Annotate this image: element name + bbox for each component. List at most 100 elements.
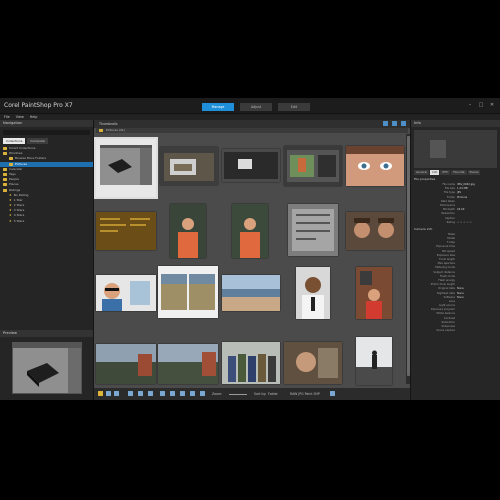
thumbnail[interactable] [346, 212, 404, 250]
thumbnail-graphic [356, 337, 392, 385]
tab-manage[interactable]: Manage [202, 103, 234, 111]
info-icon[interactable] [190, 391, 195, 396]
search-input[interactable] [3, 130, 90, 135]
rotate-left-icon[interactable] [106, 391, 111, 396]
folder-icon [9, 162, 13, 166]
tab-computer[interactable]: Computer [27, 138, 49, 144]
thumbnail-selected[interactable] [94, 137, 158, 199]
tab-info[interactable]: Info [430, 170, 440, 175]
minimize-icon[interactable]: – [466, 102, 474, 109]
folder-icon [3, 167, 7, 171]
compare-icon[interactable] [170, 391, 175, 396]
tab-edit[interactable]: Edit [278, 103, 310, 111]
star-icon: ★ [9, 218, 12, 223]
map-view-icon[interactable] [401, 121, 406, 126]
file-properties-list: File name IMG_0042.jpg File size 1.24 MB Fil… [411, 183, 500, 225]
property-value[interactable]: 24 bit [457, 208, 465, 212]
share-icon[interactable] [148, 391, 153, 396]
thumbnail[interactable] [160, 147, 218, 185]
tab-collections[interactable]: Collections [3, 138, 26, 144]
close-icon[interactable]: ✕ [488, 102, 496, 109]
folder-icon [3, 147, 7, 151]
property-value[interactable]: ☆ ☆ ☆ ☆ ☆ [457, 221, 472, 225]
thumbnail-graphic [224, 152, 278, 179]
zoom-label: Zoom: [212, 392, 223, 396]
format-filter[interactable]: RAW JPG Paint SHP [290, 390, 320, 398]
delete-icon[interactable] [200, 391, 205, 396]
bottom-toolbar: Zoom: Sort by: Folder RAW JPG Paint SHP [94, 388, 410, 400]
info-title: Info [411, 120, 500, 127]
info-panel: Info General Info IPTC Favorite Places F… [410, 120, 500, 400]
thumbnail[interactable] [356, 337, 392, 385]
thumbnail[interactable] [356, 267, 392, 319]
property-value[interactable]: Pictures [457, 196, 467, 200]
tab-favorite[interactable]: Favorite [451, 170, 467, 175]
thumbnail[interactable] [232, 204, 268, 258]
flag-icon[interactable] [160, 391, 165, 396]
workspace-tabs: Manage Adjust Edit [202, 103, 316, 111]
tab-adjust[interactable]: Adjust [240, 103, 272, 111]
sort-label: Sort by: [254, 392, 267, 396]
thumbnail-graphic [96, 344, 156, 384]
thumbnail[interactable] [96, 212, 156, 250]
thumbnail-graphic [158, 266, 218, 318]
tab-general[interactable]: General [414, 170, 430, 175]
main-toolbar: Thumbnails [94, 120, 410, 128]
thumbnail[interactable] [222, 275, 280, 311]
thumbnail[interactable] [296, 267, 330, 319]
thumbnail-graphic [222, 342, 280, 384]
thumbnail[interactable] [284, 342, 342, 384]
property-value[interactable]: None [457, 296, 464, 300]
property-label: Scene capture [436, 329, 455, 333]
thumbnail-graphic [158, 344, 218, 384]
preview-thumbnail-graphic [13, 343, 81, 393]
thumbnail-graphic [100, 145, 152, 185]
thumbnail-graphic [96, 275, 156, 311]
window-controls: – □ ✕ [463, 102, 496, 109]
thumbnail[interactable] [158, 344, 218, 384]
menu-file[interactable]: File [4, 115, 10, 119]
property-row: Scene capture [411, 329, 500, 333]
thumbnail[interactable] [158, 266, 218, 318]
maximize-icon[interactable]: □ [477, 102, 485, 109]
folder-icon [3, 188, 7, 192]
menu-help[interactable]: Help [30, 115, 38, 119]
thumbnail[interactable] [170, 204, 206, 258]
details-view-icon[interactable] [392, 121, 397, 126]
thumbnail[interactable] [346, 146, 404, 186]
print-icon[interactable] [138, 391, 143, 396]
info-preview [414, 130, 497, 168]
thumbnail[interactable] [222, 149, 280, 182]
info-thumbnail [430, 140, 446, 158]
navigation-panel: Navigation Collections Computer Smart Co… [0, 120, 94, 330]
paintshop-window: Corel PaintShop Pro X7 Manage Adjust Edi… [0, 98, 500, 400]
thumbnail[interactable] [222, 342, 280, 384]
thumbnail-grid [94, 134, 406, 385]
thumbnail[interactable] [96, 344, 156, 384]
email-icon[interactable] [128, 391, 133, 396]
menu-view[interactable]: View [16, 115, 24, 119]
preview-title: Preview [0, 330, 93, 337]
sort-dropdown[interactable]: Folder [268, 390, 278, 398]
zoom-slider[interactable] [229, 393, 247, 395]
thumbnail-graphic [284, 342, 342, 384]
thumbnail[interactable] [284, 146, 342, 186]
property-label: Rating [446, 220, 455, 224]
filter-icon[interactable] [330, 391, 335, 396]
tab-places[interactable]: Places [467, 170, 481, 175]
tab-iptc[interactable]: IPTC [440, 170, 451, 175]
tree-item-5-stars[interactable]: ★ 5 Stars [0, 219, 93, 224]
slideshow-icon[interactable] [180, 391, 185, 396]
thumbnail-view-icon[interactable] [383, 121, 388, 126]
thumbnail[interactable] [96, 275, 156, 311]
rotate-right-icon[interactable] [114, 391, 119, 396]
thumbnail-graphic [170, 204, 206, 258]
thumbnail-graphic [346, 212, 404, 250]
thumbnail[interactable] [288, 204, 338, 256]
preview-panel: Preview [0, 330, 94, 400]
thumbnail-graphic [288, 204, 338, 256]
folder-tool-icon[interactable] [98, 391, 103, 396]
collection-tree: Smart Collections Windows Browse More Fo… [0, 146, 93, 224]
preview-image [12, 342, 82, 394]
tab-thumbnails[interactable]: Thumbnails [96, 121, 121, 127]
